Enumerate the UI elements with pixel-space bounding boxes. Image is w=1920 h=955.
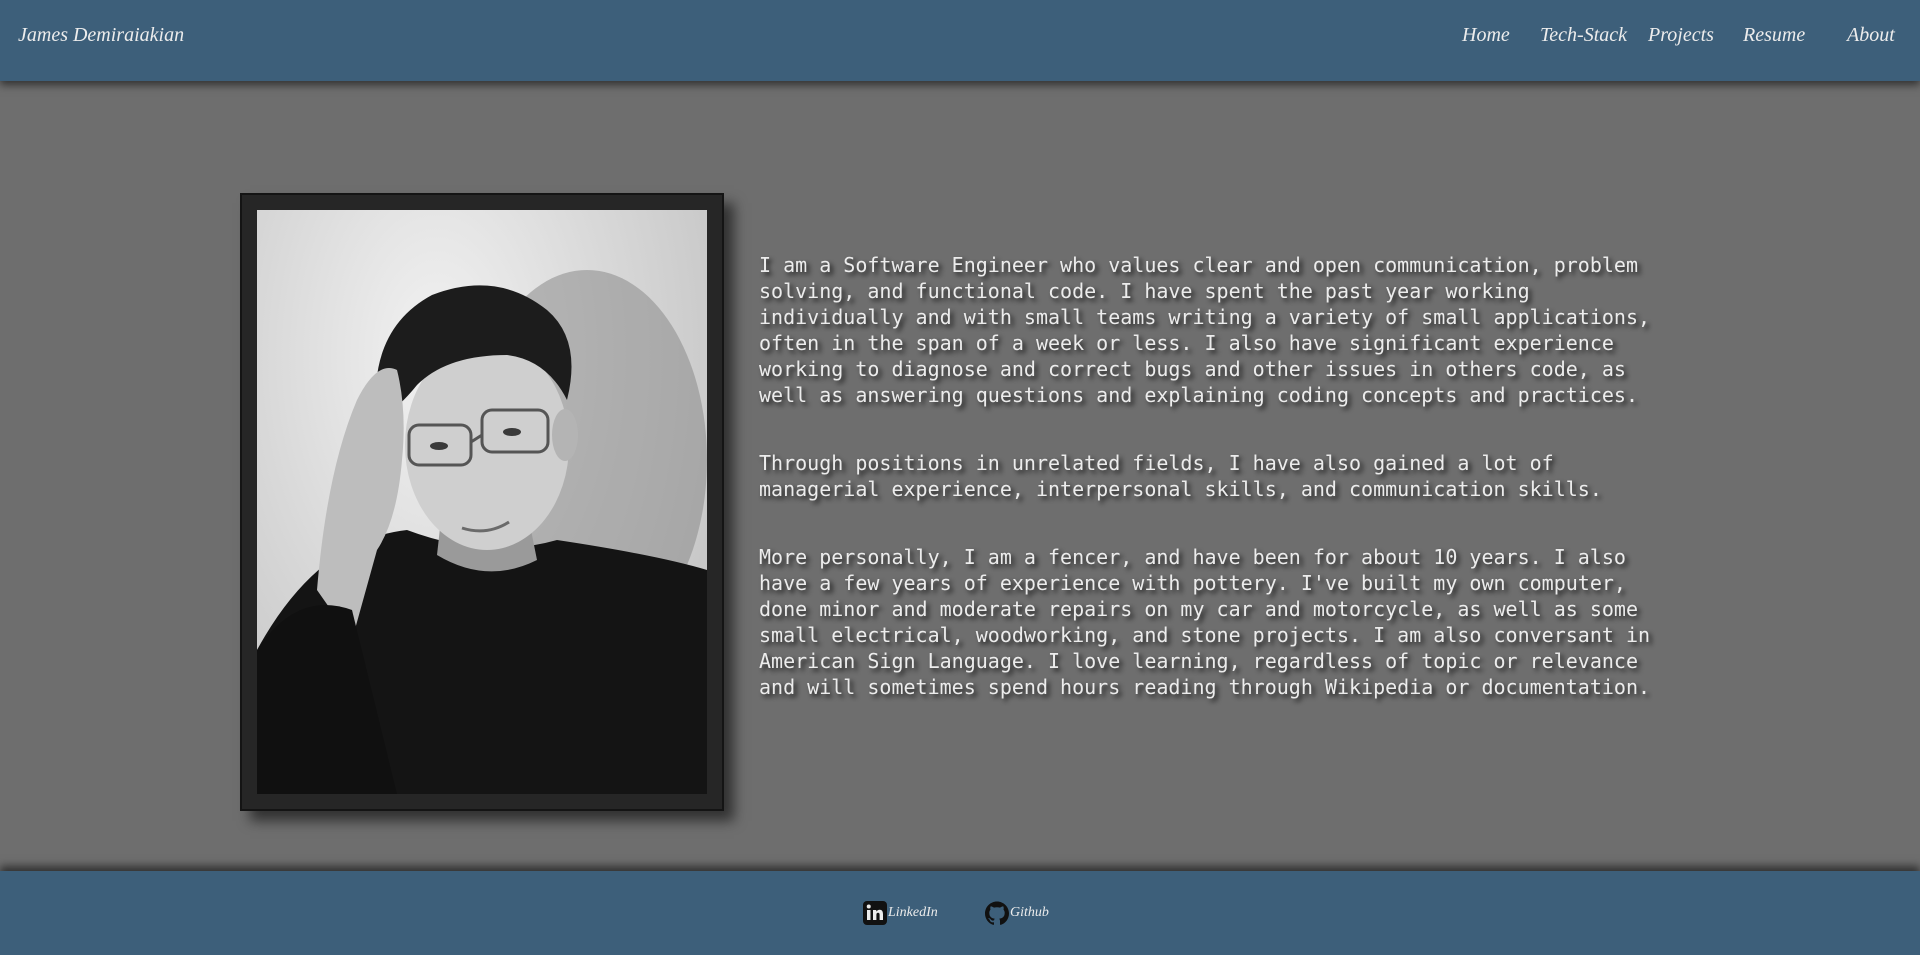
linkedin-icon [863,901,887,925]
about-paragraph-3: More personally, I am a fencer, and have… [759,545,1651,699]
about-text: I am a Software Engineer who values clea… [759,252,1659,742]
github-link[interactable]: Github [985,901,1049,925]
about-paragraph-2: Through positions in unrelated fields, I… [759,451,1602,501]
portrait-photo [257,210,707,794]
nav-resume[interactable]: Resume [1743,24,1805,47]
main-nav: Home Tech-Stack Projects Resume About [0,24,1920,54]
nav-home[interactable]: Home [1462,24,1510,47]
linkedin-label: LinkedIn [888,905,938,920]
linkedin-link[interactable]: LinkedIn [863,901,938,925]
nav-projects[interactable]: Projects [1648,24,1714,47]
nav-tech-stack[interactable]: Tech-Stack [1540,24,1627,47]
nav-about[interactable]: About [1847,24,1895,47]
site-footer: LinkedIn Github [0,871,1920,955]
about-paragraph-1: I am a Software Engineer who values clea… [759,253,1651,407]
site-header: James Demiraiakian Home Tech-Stack Proje… [0,0,1920,81]
github-label: Github [1010,905,1049,920]
github-icon [985,901,1009,925]
portrait-frame [240,193,724,811]
